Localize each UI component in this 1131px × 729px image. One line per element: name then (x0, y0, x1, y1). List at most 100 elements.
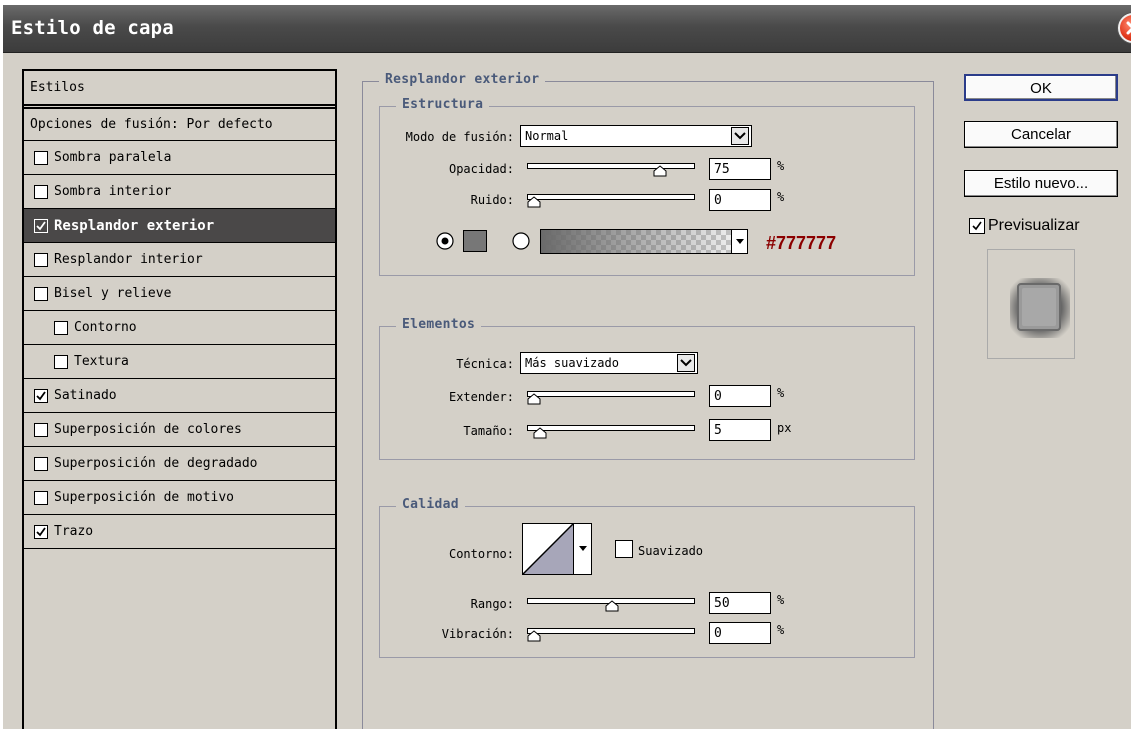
new-style-button[interactable]: Estilo nuevo... (964, 170, 1118, 197)
range-input[interactable]: 50 (709, 592, 771, 614)
blend-mode-select[interactable]: Normal (520, 125, 752, 147)
checkmark-icon (972, 221, 982, 231)
style-checkbox[interactable] (54, 320, 68, 335)
spread-label: Extender: (448, 390, 514, 404)
slider-thumb-icon[interactable] (653, 165, 667, 177)
jitter-input[interactable]: 0 (709, 622, 771, 644)
range-slider[interactable] (527, 596, 695, 612)
size-input[interactable]: 5 (709, 419, 771, 441)
style-item-2[interactable]: Resplandor exterior (24, 209, 335, 243)
style-item-label: Resplandor exterior (54, 217, 215, 234)
style-checkbox[interactable] (34, 150, 48, 165)
slider-thumb-icon[interactable] (605, 600, 619, 612)
ok-button[interactable]: OK (964, 74, 1118, 101)
style-item-3[interactable]: Resplandor interior (24, 243, 335, 277)
technique-value: Más suavizado (525, 356, 619, 370)
style-item-label: Satinado (54, 388, 117, 403)
size-label: Tamaño: (463, 424, 514, 438)
style-checkbox[interactable] (34, 286, 48, 301)
style-item-label: Bisel y relieve (54, 286, 172, 301)
style-item-4[interactable]: Bisel y relieve (24, 277, 335, 311)
close-icon (1126, 21, 1131, 35)
style-item-10[interactable]: Superposición de motivo (24, 481, 335, 515)
close-button[interactable] (1118, 13, 1131, 43)
preview-label: Previsualizar (988, 217, 1080, 234)
blend-mode-value: Normal (525, 129, 569, 143)
styles-header[interactable]: Estilos (24, 71, 335, 109)
preview-thumbnail (987, 249, 1075, 359)
style-checkbox[interactable] (34, 422, 48, 437)
spread-slider[interactable] (527, 389, 695, 405)
style-item-label: Contorno (74, 320, 137, 335)
size-slider[interactable] (527, 423, 695, 439)
style-item-11[interactable]: Trazo (24, 515, 335, 549)
contour-picker[interactable] (522, 523, 592, 575)
style-item-7[interactable]: Satinado (24, 379, 335, 413)
style-checkbox[interactable] (34, 388, 48, 403)
style-checkbox[interactable] (54, 354, 68, 369)
contour-preview-icon (523, 524, 573, 574)
style-item-label: Superposición de degradado (54, 456, 258, 471)
style-checkbox[interactable] (34, 252, 48, 267)
style-item-label: Resplandor interior (54, 252, 203, 267)
style-checkbox[interactable] (34, 524, 48, 539)
blend-mode-label: Modo de fusión: (405, 130, 514, 144)
dropdown-arrow-icon[interactable] (573, 524, 591, 574)
style-item-1[interactable]: Sombra interior (24, 175, 335, 209)
quality-legend: Calidad (396, 497, 465, 512)
spread-input[interactable]: 0 (709, 385, 771, 407)
slider-thumb-icon[interactable] (533, 427, 547, 439)
style-item-5[interactable]: Contorno (24, 311, 335, 345)
style-checkbox[interactable] (34, 490, 48, 505)
antialiased-checkbox[interactable] (615, 540, 633, 558)
slider-thumb-icon[interactable] (527, 196, 541, 208)
style-item-8[interactable]: Superposición de colores (24, 413, 335, 447)
opacity-unit: % (777, 159, 785, 173)
title-bar: Estilo de capa (3, 5, 1131, 53)
jitter-unit: % (777, 623, 785, 637)
window-title: Estilo de capa (11, 17, 174, 39)
color-swatch[interactable] (463, 230, 487, 252)
gradient-picker[interactable] (540, 229, 748, 254)
chevron-down-icon (731, 127, 749, 145)
noise-slider[interactable] (527, 192, 695, 208)
gradient-radio[interactable] (511, 231, 531, 251)
spread-unit: % (777, 386, 785, 400)
style-item-0[interactable]: Sombra paralela (24, 141, 335, 175)
checkmark-icon (36, 390, 46, 400)
style-checkbox[interactable] (34, 456, 48, 471)
jitter-slider[interactable] (527, 626, 695, 642)
style-item-9[interactable]: Superposición de degradado (24, 447, 335, 481)
noise-input[interactable]: 0 (709, 189, 771, 211)
technique-select[interactable]: Más suavizado (520, 352, 698, 374)
style-checkbox[interactable] (34, 218, 48, 233)
noise-label: Ruido: (470, 193, 514, 207)
preview-toggle[interactable]: Previsualizar (969, 217, 1080, 235)
dropdown-arrow-icon[interactable] (731, 230, 747, 253)
checkmark-icon (36, 220, 46, 230)
opacity-slider[interactable] (527, 161, 695, 177)
contour-label: Contorno: (448, 547, 514, 561)
checkmark-icon (36, 526, 46, 536)
noise-unit: % (777, 190, 785, 204)
style-item-6[interactable]: Textura (24, 345, 335, 379)
slider-thumb-icon[interactable] (527, 630, 541, 642)
size-unit: px (777, 421, 792, 435)
structure-group: Estructura Modo de fusión: Normal Opacid… (379, 97, 915, 276)
blending-options-item[interactable]: Opciones de fusión: Por defecto (24, 109, 335, 141)
outer-glow-legend: Resplandor exterior (379, 72, 546, 87)
style-item-label: Textura (74, 354, 129, 369)
style-item-label: Superposición de motivo (54, 490, 235, 505)
range-label: Rango: (470, 597, 514, 611)
style-checkbox[interactable] (34, 184, 48, 199)
color-radio[interactable] (435, 231, 455, 251)
jitter-label: Vibración: (441, 627, 514, 641)
opacity-input[interactable]: 75 (709, 158, 771, 180)
cancel-button[interactable]: Cancelar (964, 121, 1118, 148)
style-item-label: Sombra interior (54, 184, 172, 199)
style-item-label: Superposición de colores (54, 422, 242, 437)
chevron-down-icon (677, 354, 695, 372)
slider-thumb-icon[interactable] (527, 393, 541, 405)
antialiased-label: Suavizado (638, 544, 704, 558)
preview-checkbox[interactable] (969, 218, 985, 234)
